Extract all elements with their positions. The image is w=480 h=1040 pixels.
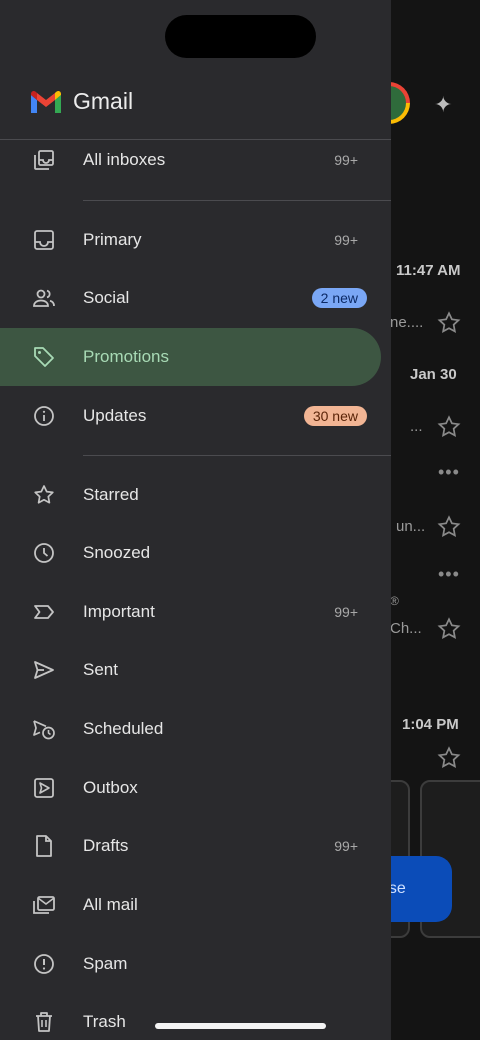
drawer-item-all-mail[interactable]: All mail — [0, 876, 391, 934]
drawer-item-label: All mail — [83, 895, 138, 914]
draft-icon — [30, 832, 58, 860]
star-icon[interactable] — [436, 616, 462, 642]
email-snippet: ® — [390, 594, 399, 608]
unread-count: 99+ — [334, 838, 358, 854]
spam-icon — [30, 950, 58, 978]
drawer-item-scheduled[interactable]: Scheduled — [0, 700, 391, 758]
new-count-badge: 2 new — [311, 288, 367, 308]
gmail-logo-icon — [31, 90, 61, 113]
email-snippet: un... — [396, 518, 426, 535]
drawer-item-snoozed[interactable]: Snoozed — [0, 524, 391, 582]
section-divider — [83, 455, 391, 456]
all-mail-icon — [30, 891, 58, 919]
drawer-item-promotions[interactable]: Promotions — [0, 328, 381, 386]
info-icon — [30, 402, 58, 430]
drawer-item-label: Promotions — [83, 347, 169, 366]
drawer-item-spam[interactable]: Spam — [0, 935, 391, 993]
section-divider — [83, 200, 391, 201]
inbox-icon — [30, 226, 58, 254]
unread-count: 99+ — [334, 232, 358, 248]
drawer-item-drafts[interactable]: Drafts 99+ — [0, 817, 391, 875]
more-dots-icon[interactable]: ••• — [438, 564, 460, 585]
star-icon[interactable] — [436, 310, 462, 336]
all-inboxes-icon — [30, 146, 58, 174]
unread-count: 99+ — [334, 604, 358, 620]
drawer-item-label: Trash — [83, 1012, 126, 1031]
scheduled-send-icon — [30, 715, 58, 743]
drawer-item-label: Primary — [83, 230, 142, 249]
drawer-item-label: Social — [83, 288, 130, 307]
email-time: Jan 30 — [410, 366, 457, 383]
email-time: 1:04 PM — [402, 716, 459, 733]
outbox-icon — [30, 774, 58, 802]
drawer-item-label: Spam — [83, 954, 128, 973]
email-snippet: ne.... — [390, 314, 424, 331]
drawer-item-label: Outbox — [83, 778, 138, 797]
tag-icon — [30, 343, 58, 371]
dynamic-island — [165, 15, 316, 58]
drawer-item-label: Snoozed — [83, 543, 151, 562]
trash-icon — [30, 1008, 58, 1036]
drawer-item-label: Drafts — [83, 836, 129, 855]
drawer-item-trash[interactable]: Trash — [0, 993, 391, 1040]
drawer-item-label: Starred — [83, 485, 139, 504]
important-icon — [30, 598, 58, 626]
star-icon — [30, 481, 58, 509]
new-count-badge: 30 new — [303, 406, 367, 426]
drawer-item-label: Sent — [83, 660, 118, 679]
drawer-item-label: Updates — [83, 406, 147, 425]
drawer-item-updates[interactable]: Updates 30 new — [0, 387, 391, 445]
navigation-drawer: Gmail All inboxes 99+ Primary 99+ Social… — [0, 0, 391, 1040]
drawer-item-label: Important — [83, 602, 155, 621]
drawer-item-sent[interactable]: Sent — [0, 641, 391, 699]
gemini-sparkle-icon[interactable]: ✦ — [434, 92, 452, 118]
email-snippet: ... — [410, 418, 423, 435]
unread-count: 99+ — [334, 152, 358, 168]
star-icon[interactable] — [436, 414, 462, 440]
drawer-item-label: All inboxes — [83, 150, 166, 169]
people-icon — [30, 284, 58, 312]
star-icon[interactable] — [436, 745, 462, 771]
drawer-item-social[interactable]: Social 2 new — [0, 269, 391, 327]
gmail-brand: Gmail — [29, 88, 133, 115]
home-indicator[interactable] — [155, 1023, 326, 1029]
clock-icon — [30, 539, 58, 567]
email-time: 11:47 AM — [396, 262, 461, 279]
drawer-item-label: Scheduled — [83, 719, 164, 738]
drawer-item-outbox[interactable]: Outbox — [0, 759, 391, 817]
send-icon — [30, 656, 58, 684]
more-dots-icon[interactable]: ••• — [438, 462, 460, 483]
app-title: Gmail — [73, 88, 134, 114]
star-icon[interactable] — [436, 514, 462, 540]
drawer-item-starred[interactable]: Starred — [0, 466, 391, 524]
drawer-item-important[interactable]: Important 99+ — [0, 583, 391, 641]
drawer-item-primary[interactable]: Primary 99+ — [0, 211, 391, 269]
drawer-item-all-inboxes[interactable]: All inboxes 99+ — [0, 131, 391, 189]
email-snippet: Ch... — [390, 620, 422, 637]
